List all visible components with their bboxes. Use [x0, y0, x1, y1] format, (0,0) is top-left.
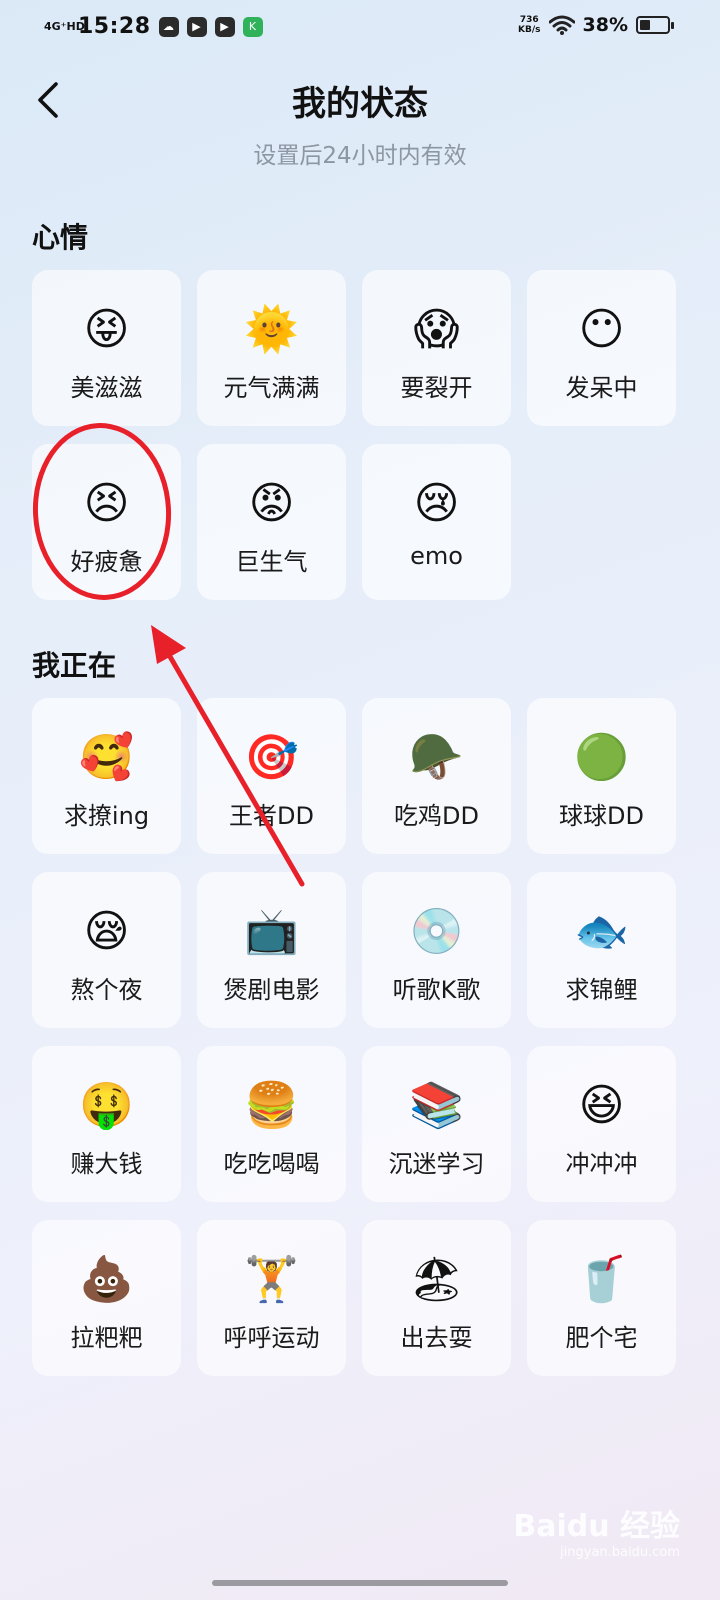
status-bar-right: 736 KB/s 38% — [518, 14, 674, 36]
page-title: 我的状态 — [292, 84, 428, 124]
mood-item-tile[interactable]: 😱 要裂开 — [362, 270, 511, 426]
mood-item-label: 巨生气 — [235, 548, 308, 576]
activity-item-label: 赚大钱 — [70, 1150, 143, 1178]
activity-item-label: 听歌K歌 — [392, 976, 481, 1004]
mood-item-label: emo — [410, 542, 463, 570]
ball-game-icon: 🟢 — [574, 732, 629, 783]
speed-value: 736 — [519, 15, 539, 25]
activity-item-tile[interactable]: 💿 听歌K歌 — [362, 872, 511, 1028]
crying-face-icon: 😢 — [413, 478, 460, 529]
activity-item-label: 沉迷学习 — [388, 1150, 485, 1178]
watermark: Baidu 经验 jingyan.baidu.com — [513, 1501, 680, 1560]
section-heading-mood: 心情 — [32, 221, 89, 254]
play-icon: ▶ — [214, 16, 235, 37]
watermark-logo: Baidu 经验 — [513, 1509, 680, 1544]
battery-icon — [636, 16, 674, 34]
watermark-url: jingyan.baidu.com — [560, 1545, 680, 1560]
status-bar: 4G⁺HD 15:28 ☁ ▶ ▶ K 736 KB/s 38% — [0, 0, 720, 56]
activity-item-tile[interactable]: 🟢 球球DD — [527, 698, 676, 854]
record-icon: 💿 — [409, 906, 464, 957]
money-face-icon: 🤑 — [79, 1080, 134, 1131]
burger-icon: 🍔 — [244, 1080, 299, 1131]
mood-item-tile[interactable]: 🌞 元气满满 — [197, 270, 346, 426]
activity-item-tile[interactable]: 💩 拉粑粑 — [32, 1220, 181, 1376]
mood-item-label: 要裂开 — [400, 374, 473, 402]
activity-item-label: 王者DD — [229, 802, 314, 830]
activity-item-tile[interactable]: 🐟 求锦鲤 — [527, 872, 676, 1028]
clock: 15:28 — [78, 14, 151, 39]
helmet-icon: 🪖 — [409, 732, 464, 783]
activity-item-label: 肥个宅 — [565, 1324, 638, 1352]
activity-item-label: 冲冲冲 — [565, 1150, 638, 1178]
activity-item-label: 熬个夜 — [70, 976, 143, 1004]
sleepy-face-icon: 😪 — [83, 906, 130, 957]
activity-item-tile[interactable]: 🏖 出去耍 — [362, 1220, 511, 1376]
activity-item-tile[interactable]: 🏋 呼呼运动 — [197, 1220, 346, 1376]
activity-item-label: 球球DD — [559, 802, 644, 830]
dumbbell-icon: 🏋 — [244, 1254, 299, 1305]
play-icon: ▶ — [186, 16, 207, 37]
network-indicator: 4G⁺HD — [44, 20, 85, 33]
battery-percent: 38% — [582, 14, 628, 36]
activity-item-tile[interactable]: 🥰 求撩ing — [32, 698, 181, 854]
activity-item-label: 出去耍 — [400, 1324, 473, 1352]
page-subtitle: 设置后24小时内有效 — [253, 143, 467, 169]
activity-item-tile[interactable]: 🍔 吃吃喝喝 — [197, 1046, 346, 1202]
mood-item-tile[interactable]: 😡 巨生气 — [197, 444, 346, 600]
soda-cup-icon: 🥤 — [574, 1254, 629, 1305]
network-speed: 736 KB/s — [518, 15, 540, 35]
wifi-icon — [548, 15, 575, 35]
activity-item-label: 拉粑粑 — [70, 1324, 143, 1352]
activity-item-tile[interactable]: 😆 冲冲冲 — [527, 1046, 676, 1202]
activity-item-tile[interactable]: 🎯 王者DD — [197, 698, 346, 854]
mood-item-tile[interactable]: 😝 美滋滋 — [32, 270, 181, 426]
mood-item-label: 发呆中 — [565, 374, 638, 402]
mood-item-tile[interactable]: 😢 emo — [362, 444, 511, 600]
cloud-icon: ☁ — [158, 16, 179, 37]
cracked-face-icon: 😱 — [413, 304, 460, 355]
mood-item-label: 美滋滋 — [70, 374, 143, 402]
activity-item-label: 吃鸡DD — [394, 802, 479, 830]
status-bar-left: 4G⁺HD 15:28 ☁ ▶ ▶ K — [44, 14, 263, 39]
section-heading-doing: 我正在 — [32, 649, 117, 682]
activity-item-tile[interactable]: 🤑 赚大钱 — [32, 1046, 181, 1202]
battery-fill — [640, 20, 650, 30]
speed-unit: KB/s — [518, 25, 541, 35]
activity-item-tile[interactable]: 🥤 肥个宅 — [527, 1220, 676, 1376]
doing-grid: 🥰 求撩ing 🎯 王者DD 🪖 吃鸡DD 🟢 球球DD 😪 熬个夜 📺 煲剧电影 💿 听歌K歌 🐟 求锦鲤 🤑… — [32, 698, 676, 1376]
happy-face-icon: 😝 — [83, 304, 130, 355]
poop-icon: 💩 — [79, 1254, 134, 1305]
k-app-icon: K — [242, 16, 263, 37]
excited-face-icon: 😆 — [578, 1080, 625, 1131]
honor-of-kings-icon: 🎯 — [244, 732, 299, 783]
activity-item-tile[interactable]: 📺 煲剧电影 — [197, 872, 346, 1028]
mood-item-tile[interactable]: 😶 发呆中 — [527, 270, 676, 426]
activity-item-label: 求撩ing — [63, 802, 150, 830]
koi-icon: 🐟 — [574, 906, 629, 957]
activity-item-tile[interactable]: 🪖 吃鸡DD — [362, 698, 511, 854]
activity-item-tile[interactable]: 📚 沉迷学习 — [362, 1046, 511, 1202]
heart-face-icon: 🥰 — [79, 732, 134, 783]
beach-umbrella-icon: 🏖 — [408, 1254, 465, 1305]
mood-item-label: 元气满满 — [223, 374, 320, 402]
sun-face-icon: 🌞 — [244, 304, 299, 355]
activity-item-tile[interactable]: 😪 熬个夜 — [32, 872, 181, 1028]
activity-item-label: 求锦鲤 — [565, 976, 638, 1004]
tv-icon: 📺 — [244, 906, 299, 957]
angry-face-icon: 😡 — [248, 478, 295, 529]
home-indicator[interactable] — [212, 1580, 508, 1586]
activity-item-label: 吃吃喝喝 — [223, 1150, 320, 1178]
activity-item-label: 呼呼运动 — [223, 1324, 320, 1352]
study-icon: 📚 — [409, 1080, 464, 1131]
activity-item-label: 煲剧电影 — [223, 976, 320, 1004]
dazed-face-icon: 😶 — [578, 304, 625, 355]
